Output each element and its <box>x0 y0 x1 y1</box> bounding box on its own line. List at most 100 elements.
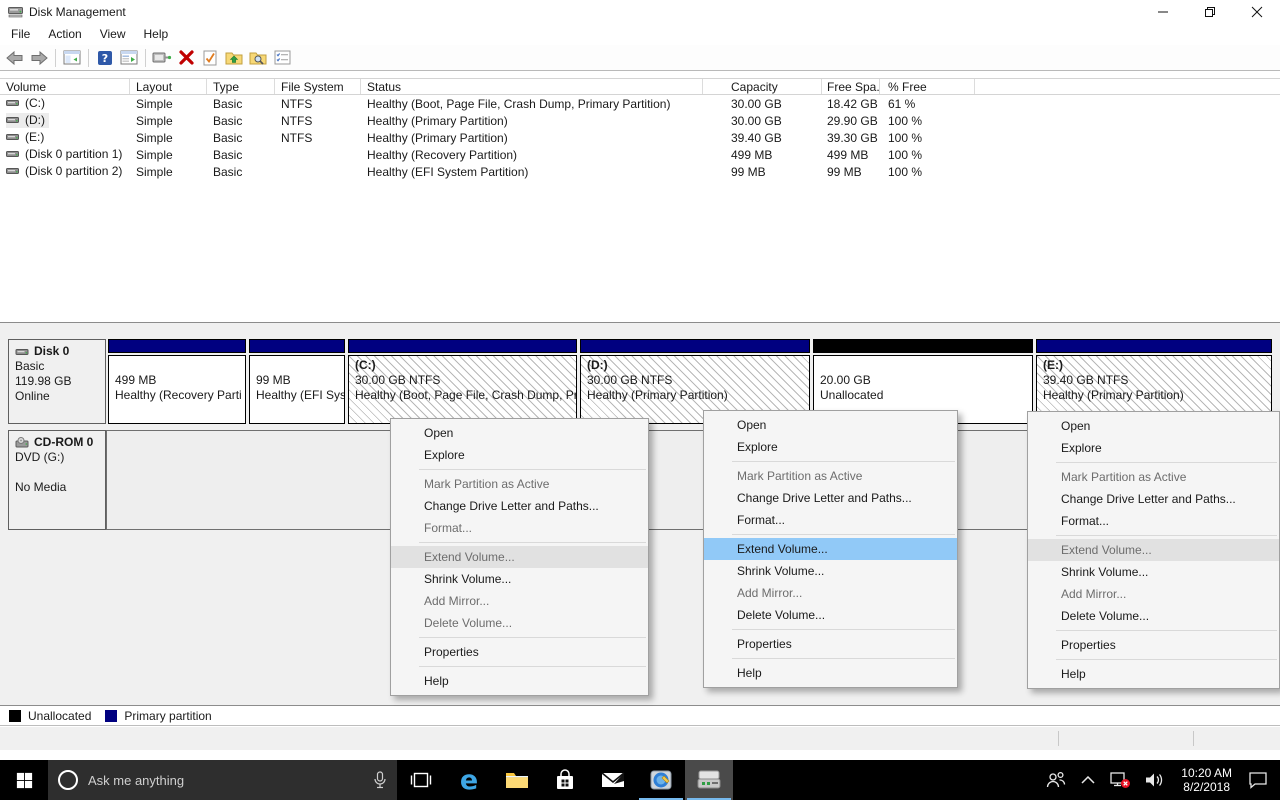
minimize-button[interactable] <box>1139 0 1186 23</box>
search-input[interactable]: Ask me anything <box>48 760 397 800</box>
table-row-e[interactable]: (E:) Simple Basic NTFS Healthy (Primary … <box>0 129 1280 146</box>
cell-fs: NTFS <box>275 114 361 128</box>
table-row-c[interactable]: (C:) Simple Basic NTFS Healthy (Boot, Pa… <box>0 95 1280 112</box>
toolbar-separator <box>145 49 146 67</box>
menu-item-change-drive-letter[interactable]: Change Drive Letter and Paths... <box>704 487 957 509</box>
menu-item-explore[interactable]: Explore <box>1028 437 1279 459</box>
close-button[interactable] <box>1233 0 1280 23</box>
partition-size: 30.00 GB NTFS <box>355 373 573 388</box>
help-icon[interactable]: ? <box>94 47 116 69</box>
column-header-capacity[interactable]: Capacity <box>703 79 822 94</box>
cell-status: Healthy (EFI System Partition) <box>361 165 703 179</box>
popup-window-icon[interactable] <box>151 47 173 69</box>
delete-icon[interactable] <box>175 47 197 69</box>
refresh-check-icon[interactable] <box>199 47 221 69</box>
network-disconnected-icon <box>1109 771 1131 789</box>
disk-management-icon <box>696 769 722 791</box>
menu-item-open[interactable]: Open <box>1028 415 1279 437</box>
column-header-status[interactable]: Status <box>361 79 703 94</box>
partition-recovery[interactable]: 499 MB Healthy (Recovery Parti <box>108 339 246 424</box>
partition-label: (C:) <box>355 358 573 373</box>
disk0-panel[interactable]: Disk 0 Basic 119.98 GB Online <box>8 339 106 424</box>
unallocated-swatch <box>9 710 21 722</box>
menu-item-properties[interactable]: Properties <box>704 633 957 655</box>
menu-item-change-drive-letter[interactable]: Change Drive Letter and Paths... <box>1028 488 1279 510</box>
menu-item-shrink-volume[interactable]: Shrink Volume... <box>704 560 957 582</box>
cdrom-panel[interactable]: CD-ROM 0 DVD (G:) No Media <box>8 430 106 530</box>
menu-item-shrink-volume[interactable]: Shrink Volume... <box>1028 561 1279 583</box>
menu-item-help[interactable]: Help <box>391 670 648 692</box>
menu-view[interactable]: View <box>91 24 135 44</box>
back-icon[interactable] <box>4 47 26 69</box>
menu-help[interactable]: Help <box>135 24 178 44</box>
context-menu-e-drive: Open Explore Mark Partition as Active Ch… <box>1027 411 1280 689</box>
partition-colorbar <box>108 339 246 353</box>
menu-item-shrink-volume[interactable]: Shrink Volume... <box>391 568 648 590</box>
menu-action[interactable]: Action <box>39 24 90 44</box>
console-tree-icon[interactable] <box>61 47 83 69</box>
menu-item-format[interactable]: Format... <box>704 509 957 531</box>
menu-item-properties[interactable]: Properties <box>1028 634 1279 656</box>
column-header-layout[interactable]: Layout <box>130 79 207 94</box>
partition-status: Healthy (Boot, Page File, Crash Dump, Pr <box>355 388 573 403</box>
show-hidden-icons-button[interactable] <box>1074 760 1102 800</box>
column-header-free-space[interactable]: Free Spa... <box>822 79 880 94</box>
partition-status: Unallocated <box>820 388 1029 403</box>
table-row-d[interactable]: (D:) Simple Basic NTFS Healthy (Primary … <box>0 112 1280 129</box>
cdrom-media: DVD (G:) <box>15 450 99 465</box>
action-center-button[interactable] <box>1241 760 1280 800</box>
menu-item-open[interactable]: Open <box>391 422 648 444</box>
forward-icon[interactable] <box>28 47 50 69</box>
menu-file[interactable]: File <box>2 24 39 44</box>
cell-capacity: 30.00 GB <box>703 97 822 111</box>
menu-item-properties[interactable]: Properties <box>391 641 648 663</box>
menu-item-change-drive-letter[interactable]: Change Drive Letter and Paths... <box>391 495 648 517</box>
column-header-type[interactable]: Type <box>207 79 275 94</box>
restore-button[interactable] <box>1186 0 1233 23</box>
start-button[interactable] <box>0 760 48 800</box>
task-view-button[interactable] <box>397 760 445 800</box>
partition-efi[interactable]: 99 MB Healthy (EFI Syst <box>249 339 345 424</box>
menu-item-help[interactable]: Help <box>1028 663 1279 685</box>
taskbar-app-edge[interactable]: e <box>445 760 493 800</box>
pane-splitter[interactable] <box>0 322 1280 330</box>
folder-find-icon[interactable] <box>247 47 269 69</box>
table-row-partition2[interactable]: (Disk 0 partition 2) Simple Basic Health… <box>0 163 1280 180</box>
partition-c[interactable]: (C:) 30.00 GB NTFS Healthy (Boot, Page F… <box>348 339 577 424</box>
menu-separator <box>419 666 646 667</box>
taskbar-app-mail[interactable] <box>589 760 637 800</box>
column-header-volume[interactable]: Volume <box>0 79 130 94</box>
menu-item-extend-volume[interactable]: Extend Volume... <box>704 538 957 560</box>
table-row-partition1[interactable]: (Disk 0 partition 1) Simple Basic Health… <box>0 146 1280 163</box>
menu-item-format[interactable]: Format... <box>1028 510 1279 532</box>
taskbar-app-disk-management[interactable] <box>685 760 733 800</box>
cell-fs: NTFS <box>275 97 361 111</box>
people-button[interactable] <box>1038 760 1074 800</box>
cell-free: 29.90 GB <box>822 114 880 128</box>
details-view-icon[interactable] <box>271 47 293 69</box>
statusbar-divider <box>1058 731 1059 746</box>
taskbar-app-store[interactable] <box>541 760 589 800</box>
folder-up-icon[interactable] <box>223 47 245 69</box>
cell-layout: Simple <box>130 114 207 128</box>
partition-colorbar <box>249 339 345 353</box>
menu-item-help[interactable]: Help <box>704 662 957 684</box>
microphone-icon[interactable] <box>373 771 387 789</box>
menu-item-delete-volume[interactable]: Delete Volume... <box>704 604 957 626</box>
disk0-name: Disk 0 <box>34 344 69 359</box>
menu-item-explore[interactable]: Explore <box>391 444 648 466</box>
taskbar-app-partition-tool[interactable] <box>637 760 685 800</box>
column-header-file-system[interactable]: File System <box>275 79 361 94</box>
taskbar-app-file-explorer[interactable] <box>493 760 541 800</box>
action-pane-icon[interactable] <box>118 47 140 69</box>
menu-item-delete-volume[interactable]: Delete Volume... <box>1028 605 1279 627</box>
menu-item-open[interactable]: Open <box>704 414 957 436</box>
taskbar-clock[interactable]: 10:20 AM 8/2/2018 <box>1172 766 1241 794</box>
cell-status: Healthy (Boot, Page File, Crash Dump, Pr… <box>361 97 703 111</box>
menu-item-explore[interactable]: Explore <box>704 436 957 458</box>
partition-label <box>115 358 242 373</box>
volume-button[interactable] <box>1138 760 1172 800</box>
network-button[interactable] <box>1102 760 1138 800</box>
mail-icon <box>601 771 625 789</box>
column-header-pct-free[interactable]: % Free <box>880 79 975 94</box>
